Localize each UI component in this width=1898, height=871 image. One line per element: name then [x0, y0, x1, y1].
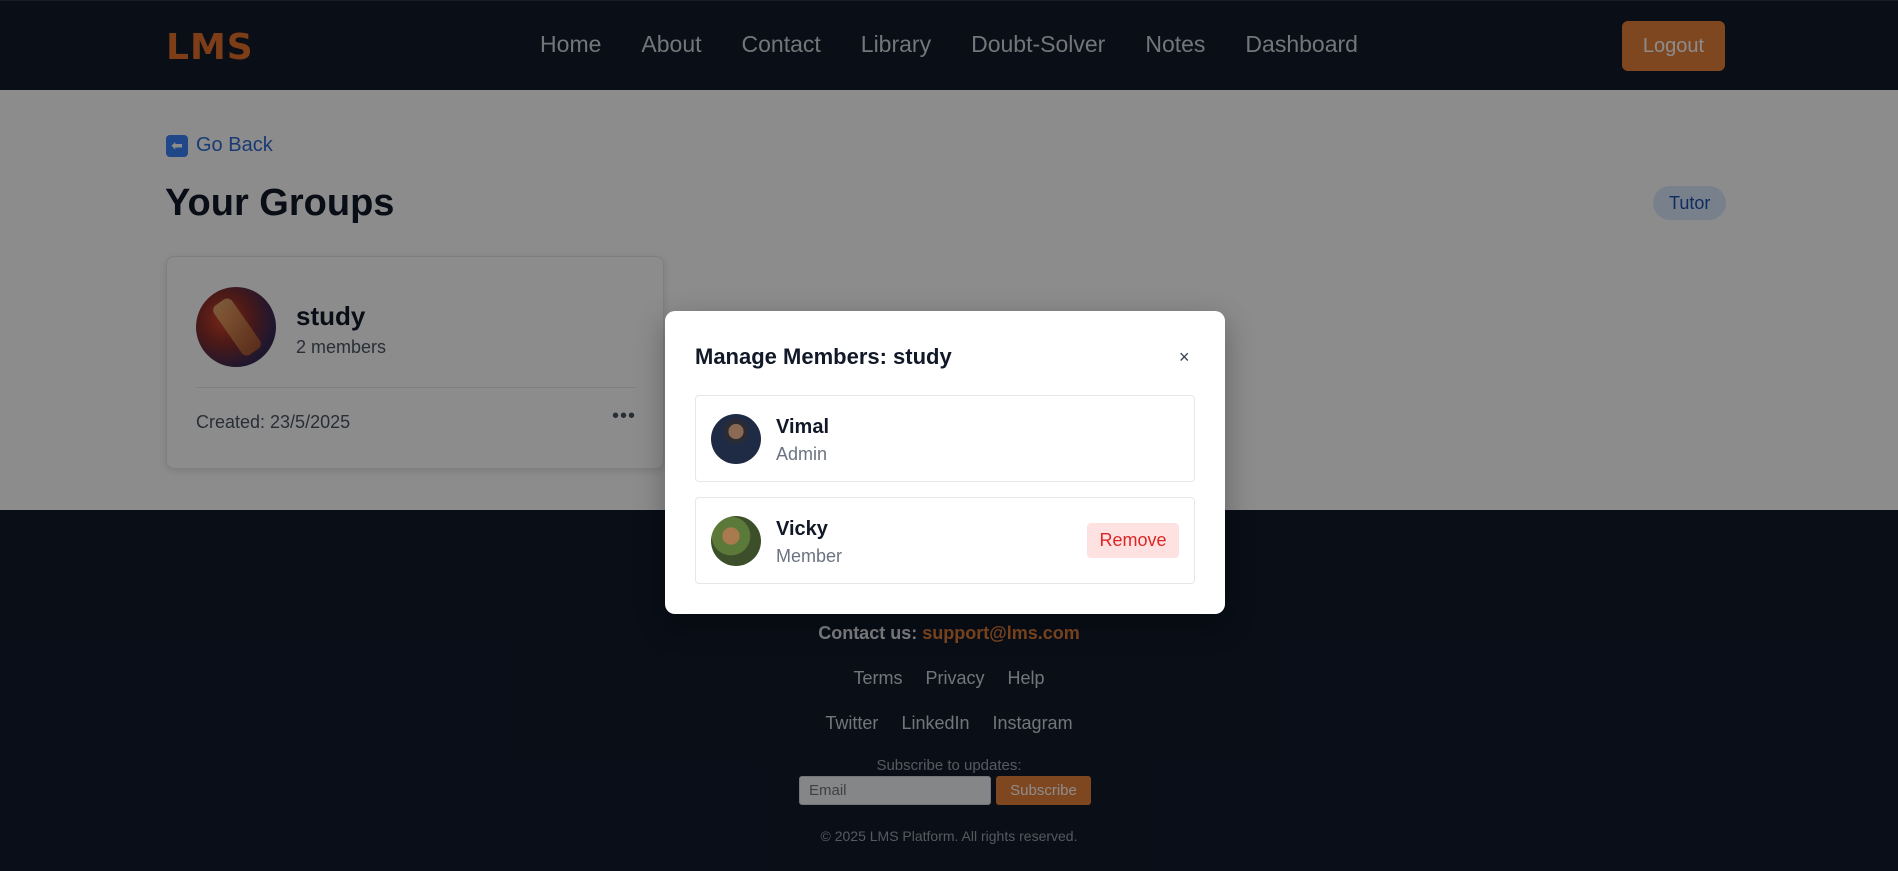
avatar — [711, 516, 761, 566]
member-row: Vicky Member Remove — [695, 497, 1195, 584]
member-role: Member — [776, 546, 843, 566]
manage-members-modal: Manage Members: study × Vimal Admin Vick… — [665, 311, 1225, 614]
member-role: Admin — [776, 444, 828, 464]
modal-title: Manage Members: study — [695, 344, 952, 369]
remove-member-button[interactable]: Remove — [1087, 523, 1179, 558]
avatar — [711, 414, 761, 464]
member-row: Vimal Admin — [695, 395, 1195, 482]
member-name: Vicky — [776, 518, 828, 540]
close-icon[interactable]: × — [1179, 347, 1190, 368]
member-name: Vimal — [776, 416, 829, 438]
